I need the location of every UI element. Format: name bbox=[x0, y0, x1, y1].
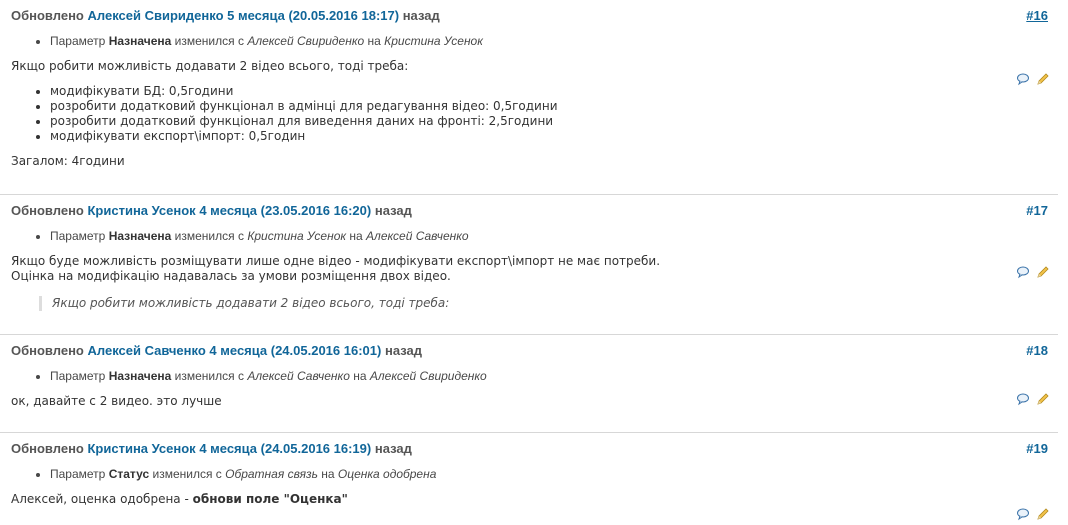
entry-prefix: Обновлено bbox=[11, 441, 84, 456]
note-intro: Якщо робити можливість додавати 2 відео … bbox=[11, 59, 409, 73]
quoted-text: Якщо робити можливість додавати 2 відео … bbox=[39, 296, 1058, 311]
detail-mid: изменился с bbox=[174, 369, 244, 383]
detail-on: на bbox=[367, 34, 381, 48]
entry-note: Алексей, оценка одобрена - обнови поле "… bbox=[11, 492, 1058, 507]
journal-list: Обновлено Алексей Свириденко 5 месяца (2… bbox=[0, 0, 1058, 525]
entry-suffix: назад bbox=[384, 343, 422, 358]
detail-old: Кристина Усенок bbox=[247, 229, 347, 243]
entry-number-link[interactable]: #19 bbox=[1026, 441, 1048, 456]
change-details: Параметр Назначена изменился с Кристина … bbox=[11, 229, 1058, 244]
detail-on: на bbox=[321, 467, 335, 481]
detail-pre: Параметр bbox=[50, 34, 106, 48]
entry-header: Обновлено Алексей Свириденко 5 месяца (2… bbox=[11, 0, 1058, 28]
change-item: Параметр Назначена изменился с Алексей С… bbox=[50, 34, 1058, 49]
detail-field: Назначена bbox=[108, 229, 172, 243]
detail-pre: Параметр bbox=[50, 369, 106, 383]
entry-header: Обновлено Кристина Усенок 4 месяца (24.0… bbox=[11, 433, 1058, 461]
comment-icon[interactable] bbox=[1016, 265, 1030, 279]
change-details: Параметр Назначена изменился с Алексей С… bbox=[11, 369, 1058, 384]
entry-prefix: Обновлено bbox=[11, 203, 84, 218]
age-link[interactable]: 4 месяца (24.05.2016 16:19) bbox=[199, 441, 371, 456]
entry-suffix: назад bbox=[374, 441, 412, 456]
detail-on: на bbox=[349, 229, 363, 243]
entry-actions bbox=[1016, 392, 1050, 406]
entry-suffix: назад bbox=[374, 203, 412, 218]
age-link[interactable]: 4 месяца (24.05.2016 16:01) bbox=[209, 343, 381, 358]
detail-mid: изменился с bbox=[174, 34, 244, 48]
entry-number-link[interactable]: #18 bbox=[1026, 343, 1048, 358]
comment-icon[interactable] bbox=[1016, 392, 1030, 406]
entry-header: Обновлено Алексей Савченко 4 месяца (24.… bbox=[11, 335, 1058, 363]
note-list-item: розробити додатковий функціонал для виве… bbox=[50, 114, 1058, 129]
entry-note: Якщо робити можливість додавати 2 відео … bbox=[11, 59, 1058, 169]
entry-number-link[interactable]: #16 bbox=[1026, 8, 1048, 23]
detail-pre: Параметр bbox=[50, 467, 106, 481]
detail-old: Алексей Свириденко bbox=[247, 34, 365, 48]
note-text: Алексей, оценка одобрена - bbox=[11, 492, 189, 506]
entry-note: Якщо буде можливість розміщувати лише од… bbox=[11, 254, 1058, 311]
detail-field: Статус bbox=[108, 467, 150, 481]
entry-suffix: назад bbox=[402, 8, 440, 23]
author-link[interactable]: Кристина Усенок bbox=[88, 203, 196, 218]
entry-prefix: Обновлено bbox=[11, 8, 84, 23]
entry-actions bbox=[1016, 507, 1050, 521]
change-item: Параметр Назначена изменился с Алексей С… bbox=[50, 369, 1058, 384]
note-total: Загалом: 4години bbox=[11, 154, 125, 168]
note-list-item: модифікувати БД: 0,5години bbox=[50, 84, 1058, 99]
author-link[interactable]: Алексей Свириденко bbox=[88, 8, 224, 23]
detail-new: Алексей Савченко bbox=[366, 229, 469, 243]
journal-entry-17: Обновлено Кристина Усенок 4 месяца (23.0… bbox=[0, 195, 1058, 335]
comment-icon[interactable] bbox=[1016, 507, 1030, 521]
detail-new: Алексей Свириденко bbox=[369, 369, 487, 383]
change-item: Параметр Статус изменился с Обратная свя… bbox=[50, 467, 1058, 482]
age-link[interactable]: 4 месяца (23.05.2016 16:20) bbox=[199, 203, 371, 218]
entry-prefix: Обновлено bbox=[11, 343, 84, 358]
note-line: Якщо буде можливість розміщувати лише од… bbox=[11, 254, 661, 268]
journal-entry-16: Обновлено Алексей Свириденко 5 месяца (2… bbox=[0, 0, 1058, 195]
change-details: Параметр Назначена изменился с Алексей С… bbox=[11, 34, 1058, 49]
author-link[interactable]: Алексей Савченко bbox=[88, 343, 206, 358]
author-link[interactable]: Кристина Усенок bbox=[88, 441, 196, 456]
comment-icon[interactable] bbox=[1016, 72, 1030, 86]
change-details: Параметр Статус изменился с Обратная свя… bbox=[11, 467, 1058, 482]
detail-on: на bbox=[353, 369, 367, 383]
detail-new: Кристина Усенок bbox=[384, 34, 483, 48]
entry-actions bbox=[1016, 72, 1050, 86]
detail-old: Обратная связь bbox=[225, 467, 318, 481]
detail-mid: изменился с bbox=[174, 229, 244, 243]
note-bold-text: обнови поле "Оценка" bbox=[192, 492, 348, 506]
detail-old: Алексей Савченко bbox=[247, 369, 350, 383]
detail-new: Оценка одобрена bbox=[337, 467, 437, 481]
pencil-icon[interactable] bbox=[1036, 507, 1050, 521]
detail-field: Назначена bbox=[108, 34, 172, 48]
pencil-icon[interactable] bbox=[1036, 392, 1050, 406]
detail-pre: Параметр bbox=[50, 229, 106, 243]
age-link[interactable]: 5 месяца (20.05.2016 18:17) bbox=[227, 8, 399, 23]
journal-entry-18: Обновлено Алексей Савченко 4 месяца (24.… bbox=[0, 335, 1058, 433]
note-line: Оцінка на модифікацію надавалась за умов… bbox=[11, 269, 451, 283]
change-item: Параметр Назначена изменился с Кристина … bbox=[50, 229, 1058, 244]
detail-mid: изменился с bbox=[152, 467, 222, 481]
note-list: модифікувати БД: 0,5години розробити дод… bbox=[11, 84, 1058, 144]
entry-header: Обновлено Кристина Усенок 4 месяца (23.0… bbox=[11, 195, 1058, 223]
entry-note: ок, давайте с 2 видео. это лучше bbox=[11, 394, 1058, 409]
note-list-item: модифікувати експорт\імпорт: 0,5годин bbox=[50, 129, 1058, 144]
note-list-item: розробити додатковий функціонал в адмінц… bbox=[50, 99, 1058, 114]
pencil-icon[interactable] bbox=[1036, 265, 1050, 279]
note-line: ок, давайте с 2 видео. это лучше bbox=[11, 394, 222, 408]
journal-entry-19: Обновлено Кристина Усенок 4 месяца (24.0… bbox=[0, 433, 1058, 525]
pencil-icon[interactable] bbox=[1036, 72, 1050, 86]
detail-field: Назначена bbox=[108, 369, 172, 383]
entry-number-link[interactable]: #17 bbox=[1026, 203, 1048, 218]
entry-actions bbox=[1016, 265, 1050, 279]
